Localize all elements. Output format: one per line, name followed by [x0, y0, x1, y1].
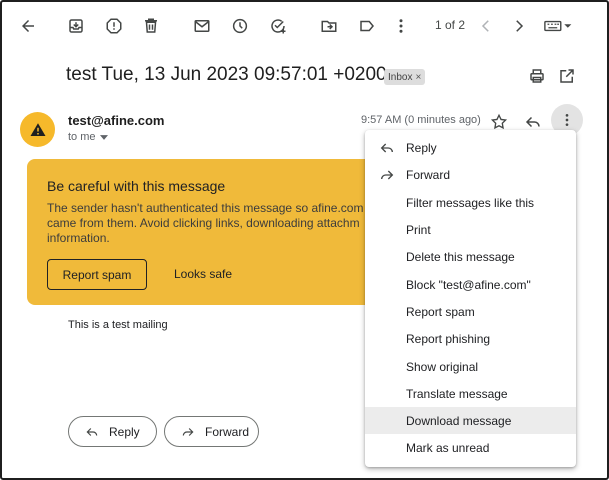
recipient-details-toggle[interactable]: to me: [68, 131, 108, 143]
menu-item-forward[interactable]: Forward: [365, 161, 576, 188]
menu-item-translate[interactable]: Translate message: [365, 380, 576, 407]
recipient-label: to me: [68, 131, 96, 143]
menu-item-report-phishing[interactable]: Report phishing: [365, 325, 576, 352]
keyboard-icon[interactable]: [542, 15, 576, 37]
back-icon[interactable]: [17, 15, 39, 37]
reply-button-label: Reply: [109, 424, 140, 439]
mark-unread-icon[interactable]: [191, 15, 213, 37]
warning-avatar: [20, 112, 55, 147]
menu-item-label: Forward: [406, 167, 451, 182]
forward-icon: [182, 427, 194, 436]
warning-banner: Be careful with this message The sender …: [27, 159, 377, 305]
more-options-menu: Reply Forward Filter messages like this …: [365, 130, 576, 467]
warning-text-line: came from them. Avoid clicking links, do…: [47, 216, 360, 230]
add-task-icon[interactable]: [267, 15, 289, 37]
menu-item-download[interactable]: Download message: [365, 407, 576, 434]
menu-item-label: Report spam: [406, 304, 475, 319]
menu-item-block-sender[interactable]: Block "test@afine.com": [365, 271, 576, 298]
open-in-new-window-icon[interactable]: [556, 65, 578, 87]
more-vert-icon[interactable]: [390, 15, 412, 37]
warning-text-line: information.: [47, 231, 110, 245]
menu-item-reply[interactable]: Reply: [365, 134, 576, 161]
print-icon[interactable]: [526, 65, 548, 87]
menu-item-label: Reply: [406, 140, 437, 155]
menu-item-label: Mark as unread: [406, 440, 490, 455]
chevron-left-icon[interactable]: [475, 15, 497, 37]
menu-item-label: Print: [406, 222, 431, 237]
warning-icon: [30, 122, 45, 136]
menu-item-print[interactable]: Print: [365, 216, 576, 243]
delete-icon[interactable]: [140, 15, 162, 37]
menu-item-show-original[interactable]: Show original: [365, 353, 576, 380]
email-time: 9:57 AM (0 minutes ago): [361, 114, 481, 126]
move-to-icon[interactable]: [318, 15, 340, 37]
snooze-icon[interactable]: [229, 15, 251, 37]
report-spam-icon[interactable]: [103, 15, 125, 37]
menu-item-filter[interactable]: Filter messages like this: [365, 189, 576, 216]
chevron-right-icon[interactable]: [508, 15, 530, 37]
looks-safe-button[interactable]: Looks safe: [174, 267, 232, 281]
reply-button[interactable]: Reply: [68, 416, 157, 447]
forward-button[interactable]: Forward: [164, 416, 259, 447]
menu-item-label: Report phishing: [406, 331, 491, 346]
menu-item-label: Download message: [406, 413, 512, 428]
more-vert-icon: [565, 114, 569, 126]
forward-icon: [381, 170, 394, 179]
email-body: This is a test mailing: [68, 319, 168, 331]
email-subject: test Tue, 13 Jun 2023 09:57:01 +0200: [66, 64, 387, 85]
report-spam-button[interactable]: Report spam: [47, 259, 147, 290]
archive-icon[interactable]: [65, 15, 87, 37]
reply-icon: [380, 143, 393, 152]
warning-text-line: The sender hasn't authenticated this mes…: [47, 201, 364, 215]
inbox-label-text: Inbox: [388, 71, 413, 83]
remove-label-icon[interactable]: ×: [415, 72, 421, 83]
chevron-down-icon: [99, 134, 108, 140]
menu-item-label: Show original: [406, 359, 479, 374]
menu-item-label: Filter messages like this: [406, 195, 535, 210]
forward-button-label: Forward: [205, 424, 250, 439]
inbox-label-chip[interactable]: Inbox ×: [384, 69, 426, 85]
menu-item-mark-unread[interactable]: Mark as unread: [365, 434, 576, 461]
menu-item-label: Delete this message: [406, 249, 515, 264]
warning-title: Be careful with this message: [47, 178, 226, 194]
email-view: 1 of 2 test Tue, 13 Jun 2023 09:57:01 +0…: [0, 0, 609, 480]
menu-item-report-spam[interactable]: Report spam: [365, 298, 576, 325]
warning-text: The sender hasn't authenticated this mes…: [47, 201, 377, 246]
toolbar: 1 of 2: [2, 2, 607, 52]
pagination-label: 1 of 2: [435, 18, 466, 32]
menu-item-label: Block "test@afine.com": [406, 277, 531, 292]
sender-email[interactable]: test@afine.com: [68, 113, 164, 128]
menu-item-label: Translate message: [406, 386, 508, 401]
label-icon[interactable]: [356, 15, 378, 37]
menu-item-delete[interactable]: Delete this message: [365, 243, 576, 270]
reply-icon: [86, 427, 98, 436]
